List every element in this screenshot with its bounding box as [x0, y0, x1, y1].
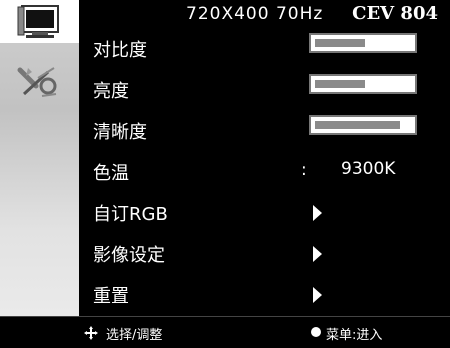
menu-item-label: 影像设定: [93, 245, 165, 266]
menu-item-brightness[interactable]: 亮度: [79, 69, 450, 110]
menu-item-label: 自订RGB: [93, 204, 168, 225]
slider-fill: [315, 80, 365, 88]
menu-item-color-temp[interactable]: 色温 : 9300K: [79, 151, 450, 192]
footer-bar: 选择/调整 菜单:进入: [0, 316, 450, 348]
tools-icon: [17, 67, 57, 97]
menu-item-custom-rgb[interactable]: 自订RGB: [79, 192, 450, 233]
contrast-slider[interactable]: [309, 33, 417, 53]
sharpness-slider[interactable]: [309, 115, 417, 135]
brightness-slider[interactable]: [309, 74, 417, 94]
menu-item-label: 色温: [93, 163, 129, 184]
header-bar: 720X400 70Hz CEV 804: [79, 0, 450, 28]
slider-fill: [315, 121, 400, 129]
menu-item-label: 清晰度: [93, 122, 147, 143]
menu-item-reset[interactable]: 重置: [79, 274, 450, 315]
menu-enter-hint: 菜单:进入: [326, 328, 383, 343]
menu-item-contrast[interactable]: 对比度: [79, 28, 450, 69]
menu-list: 对比度 亮度 清晰度 色温 : 9300K 自订RGB 影像设定 重置: [79, 28, 450, 316]
sidebar-item-picture[interactable]: [0, 0, 79, 43]
dot-icon: [311, 327, 321, 337]
select-adjust-hint: 选择/调整: [106, 328, 163, 343]
resolution-readout: 720X400 70Hz: [186, 4, 324, 24]
menu-item-image-settings[interactable]: 影像设定: [79, 233, 450, 274]
footer-sidebar-gap: [0, 317, 79, 348]
monitor-icon: [17, 5, 59, 38]
menu-item-label: 亮度: [93, 81, 129, 102]
sidebar: [0, 0, 79, 316]
submenu-arrow-icon: [313, 246, 322, 262]
menu-item-sharpness[interactable]: 清晰度: [79, 110, 450, 151]
model-name: CEV 804: [352, 3, 438, 24]
menu-item-label: 对比度: [93, 40, 147, 61]
color-temp-value: 9300K: [341, 159, 396, 179]
submenu-arrow-icon: [313, 287, 322, 303]
value-separator: :: [301, 160, 307, 180]
osd-menu: 720X400 70Hz CEV 804 对比度 亮度 清晰度 色温 : 930…: [0, 0, 450, 348]
four-way-arrow-icon: [84, 326, 98, 340]
menu-item-label: 重置: [93, 286, 129, 307]
slider-fill: [315, 39, 365, 47]
submenu-arrow-icon: [313, 205, 322, 221]
sidebar-item-tools[interactable]: [0, 60, 79, 103]
